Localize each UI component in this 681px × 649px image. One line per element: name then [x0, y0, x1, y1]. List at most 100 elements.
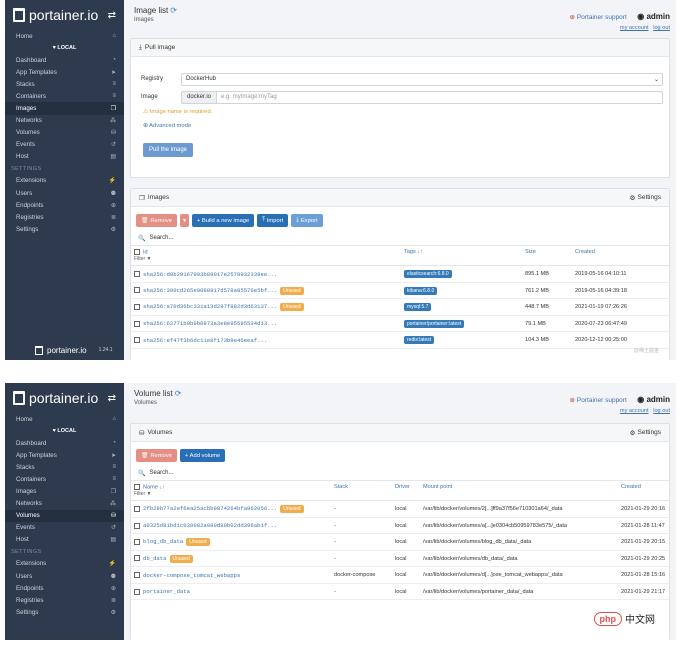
add-volume-button[interactable]: + Add volume [179, 449, 226, 462]
sidebar-item-dashboard[interactable]: Dashboard ◔ [5, 54, 124, 66]
my-account-link[interactable]: my account [620, 25, 649, 31]
table-row[interactable]: portainer_data - local/var/lib/docker/volu… [131, 583, 669, 601]
row-checkbox[interactable] [134, 522, 140, 529]
volume-name-link[interactable]: blog_db_data [143, 538, 183, 545]
sidebar-item-containers[interactable]: Containers ≡ [5, 90, 124, 102]
sidebar-item-registries[interactable]: Registries ≣ [5, 594, 124, 606]
sidebar-item-users[interactable]: Users ⚉ [5, 570, 124, 582]
filter-control[interactable]: Filter ▼ [134, 256, 398, 262]
build-image-button[interactable]: + Build a new image [191, 214, 255, 227]
row-checkbox[interactable] [134, 271, 140, 278]
volume-name-link[interactable]: a0325d81bd1c030082a980d89b02dd396ab1f... [143, 522, 277, 529]
sidebar-item-volumes[interactable]: Volumes ⛁ [5, 509, 124, 522]
table-row[interactable]: blog_db_data Unused - local/var/lib/docker/… [131, 533, 669, 551]
volume-name-link[interactable]: 2fb29b77a2ef6ea25acbb9874264bfa962056... [143, 505, 277, 512]
sidebar-item-app-templates[interactable]: App Templates ➤ [5, 449, 124, 461]
remove-dropdown-button[interactable]: ▾ [179, 214, 189, 227]
advanced-mode-link[interactable]: ⊕ Advanced mode [143, 123, 657, 129]
table-row[interactable]: docker-compose_tomcat_webapps docker-comp… [131, 566, 669, 584]
select-all-checkbox[interactable] [134, 249, 140, 255]
col-tags[interactable]: Tags ↓↑ [401, 246, 522, 267]
my-account-link[interactable]: my account [620, 408, 649, 414]
sidebar-item-volumes[interactable]: Volumes ⛁ [5, 127, 124, 139]
sidebar-item-settings[interactable]: Settings ⚙ [5, 606, 124, 618]
sidebar-item-endpoints[interactable]: Endpoints ⊕ [5, 199, 124, 211]
sidebar-item-registries[interactable]: Registries ≣ [5, 211, 124, 223]
image-id-link[interactable]: sha256:390cd265e9088917d578a85576e5bf... [143, 287, 277, 294]
pull-image-button[interactable]: Pull the image [143, 143, 194, 157]
sidebar-item-home[interactable]: Home ⌂ [5, 413, 124, 425]
table-row[interactable]: db_data Unused - local/var/lib/docker/volum… [131, 550, 669, 568]
sidebar-item-app-templates[interactable]: App Templates ➤ [5, 66, 124, 78]
table-row[interactable]: 2fb29b77a2ef6ea25acbb9874264bfa962056...… [131, 500, 669, 518]
sidebar-toggle-icon[interactable]: ⇄ [108, 393, 116, 404]
search-bar[interactable]: 🔍 Search... [131, 231, 669, 246]
refresh-icon[interactable]: ⟳ [170, 6, 177, 15]
col-created[interactable]: Created [572, 246, 669, 267]
image-id-link[interactable]: sha256:a70d36bc331a13d297f882d3d63137... [143, 303, 277, 310]
row-checkbox[interactable] [134, 572, 140, 579]
row-checkbox[interactable] [134, 538, 140, 545]
sidebar-item-images[interactable]: Images ❐ [5, 102, 124, 115]
sidebar-item-host[interactable]: Host ▤ [5, 151, 124, 163]
search-input[interactable]: Search... [149, 235, 173, 241]
sidebar-item-networks[interactable]: Networks ⁂ [5, 115, 124, 127]
table-row[interactable]: sha256:390cd265e9088917d578a85576e5bf...… [131, 282, 669, 300]
table-row[interactable]: sha256:ef47f3b6dc11e8f173b9e46eeaf... red… [131, 331, 669, 349]
sidebar-item-extensions[interactable]: Extensions ⚡ [5, 175, 124, 187]
table-settings[interactable]: ⚙ Settings [630, 194, 661, 202]
registry-select[interactable]: DockerHub ⌄ [181, 72, 663, 86]
row-checkbox[interactable] [134, 337, 140, 344]
sidebar-item-events[interactable]: Events ↺ [5, 522, 124, 534]
sidebar-item-containers[interactable]: Containers ≡ [5, 473, 124, 485]
remove-button[interactable]: 🗑 Remove [136, 214, 177, 227]
image-id-link[interactable]: sha256:d0b29167093b89017e2578932339ee... [143, 271, 277, 278]
sidebar-item-events[interactable]: Events ↺ [5, 139, 124, 151]
row-checkbox[interactable] [134, 303, 140, 310]
sidebar-item-home[interactable]: Home ⌂ [5, 30, 124, 42]
sidebar-toggle-icon[interactable]: ⇄ [108, 10, 116, 21]
search-bar[interactable]: 🔍 Search... [131, 466, 669, 481]
row-checkbox[interactable] [134, 320, 140, 327]
col-id[interactable]: Id Filter ▼ [131, 246, 401, 267]
sidebar-item-dashboard[interactable]: Dashboard ◔ [5, 437, 124, 449]
export-button[interactable]: ⤓ Export [291, 214, 323, 227]
image-id-link[interactable]: sha256:62771b0b9b0973a3e8e95595534d13... [143, 320, 277, 327]
row-checkbox[interactable] [134, 287, 140, 294]
image-name-input[interactable]: e.g. myImage:myTag [216, 90, 663, 104]
sidebar-item-networks[interactable]: Networks ⁂ [5, 498, 124, 510]
brand[interactable]: portainer.io ⇄ [5, 0, 124, 30]
table-row[interactable]: a0325d81bd1c030082a980d89b02dd396ab1f...… [131, 517, 669, 535]
col-driver[interactable]: Driver [392, 481, 420, 502]
select-all-checkbox[interactable] [134, 484, 140, 490]
volume-name-link[interactable]: docker-compose_tomcat_webapps [143, 572, 240, 579]
sidebar-item-extensions[interactable]: Extensions ⚡ [5, 558, 124, 570]
sidebar-item-stacks[interactable]: Stacks ≡ [5, 78, 124, 90]
sidebar-item-host[interactable]: Host ▤ [5, 534, 124, 546]
sidebar-item-images[interactable]: Images ❐ [5, 485, 124, 497]
row-checkbox[interactable] [134, 555, 140, 562]
logout-link[interactable]: log out [653, 25, 670, 31]
sidebar-item-users[interactable]: Users ⚉ [5, 187, 124, 199]
col-name[interactable]: Name ↓↑ Filter ▼ [131, 481, 331, 502]
support-link[interactable]: ⊛ Portainer support [569, 13, 626, 22]
col-size[interactable]: Size [522, 246, 572, 267]
row-checkbox[interactable] [134, 588, 140, 595]
col-stack[interactable]: Stack [331, 481, 392, 502]
support-link[interactable]: ⊛ Portainer support [569, 396, 626, 405]
volume-name-link[interactable]: db_data [143, 555, 167, 562]
col-mount[interactable]: Mount point [420, 481, 618, 502]
image-id-link[interactable]: sha256:ef47f3b6dc11e8f173b9e46eeaf... [143, 337, 267, 344]
refresh-icon[interactable]: ⟳ [175, 389, 182, 398]
table-row[interactable]: sha256:62771b0b9b0973a3e8e95595534d13...… [131, 315, 669, 333]
search-input[interactable]: Search... [149, 470, 173, 476]
table-row[interactable]: sha256:a70d36bc331a13d297f882d3d63137...… [131, 298, 669, 316]
volume-name-link[interactable]: portainer_data [143, 588, 190, 595]
sidebar-item-settings[interactable]: Settings ⚙ [5, 223, 124, 235]
row-checkbox[interactable] [134, 505, 140, 512]
col-created[interactable]: Created [618, 481, 669, 502]
sidebar-item-stacks[interactable]: Stacks ≡ [5, 461, 124, 473]
table-row[interactable]: sha256:d0b29167093b89017e2578932339ee...… [131, 265, 669, 283]
sidebar-item-endpoints[interactable]: Endpoints ⊕ [5, 582, 124, 594]
logout-link[interactable]: log out [653, 408, 670, 414]
